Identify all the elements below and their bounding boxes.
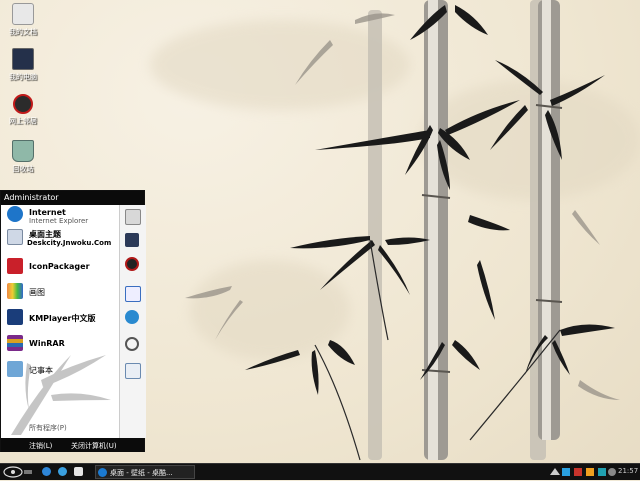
tray-network-icon[interactable] [562, 468, 570, 476]
show-desktop-icon[interactable] [74, 467, 83, 476]
tray-monitor-icon[interactable] [598, 468, 606, 476]
desktop-icon-my-documents[interactable]: 我的文档 [3, 3, 43, 37]
taskbar: 桌面 - 壁纸 - 桌酷... 21:57 [0, 463, 640, 480]
start-menu-item-paint[interactable]: 画图 [5, 282, 117, 302]
quicklaunch-browser-icon[interactable] [58, 467, 67, 476]
program-title: WinRAR [29, 339, 65, 348]
tray-expand-icon[interactable] [550, 468, 560, 475]
network-icon[interactable] [125, 310, 139, 324]
user-name: Administrator [4, 193, 59, 202]
my-computer-icon[interactable] [125, 233, 139, 247]
internet-explorer-icon [7, 206, 23, 222]
program-title: IconPackager [29, 262, 90, 271]
start-orb-icon [3, 466, 32, 478]
program-title: 记事本 [29, 366, 53, 375]
program-title: Internet [29, 208, 66, 217]
start-menu-item-winrar[interactable]: WinRAR [5, 334, 117, 354]
network-places-icon [13, 94, 33, 114]
start-menu-user-header: Administrator [1, 191, 144, 205]
start-menu-item-kmplayer[interactable]: KMPlayer中文版 [5, 308, 117, 328]
my-documents-icon [12, 3, 34, 25]
desktop-icon-label: 我的电脑 [9, 73, 37, 81]
watermark-overlay-text: Deskcity.Jnwoku.Com [27, 239, 112, 247]
logoff-button[interactable]: 注销(L) [29, 441, 52, 451]
start-menu-item-notepad[interactable]: 记事本 [5, 360, 117, 380]
search-icon[interactable] [125, 337, 139, 351]
desktop-icon-label: 我的文档 [9, 28, 37, 36]
desktop-icon-recycle-bin[interactable]: 回收站 [3, 140, 43, 174]
notepad-icon [7, 361, 23, 377]
tray-security-icon[interactable] [574, 468, 582, 476]
recycle-bin-icon [12, 140, 34, 162]
my-computer-icon [12, 48, 34, 70]
run-icon[interactable] [125, 363, 141, 379]
paint-icon [7, 283, 23, 299]
ie-window-icon [98, 468, 107, 477]
start-menu-item-desktop-theme[interactable]: 桌面主题 Deskcity.Jnwoku.Com [5, 228, 117, 248]
winrar-icon [7, 335, 23, 351]
start-menu-program-list: Internet Internet Explorer 桌面主题 Deskcity… [1, 205, 119, 438]
desktop-icon-label: 回收站 [12, 165, 34, 173]
quicklaunch-ie-icon[interactable] [42, 467, 51, 476]
start-menu-footer: 注销(L) 关闭计算机(U) [1, 438, 144, 452]
tray-app-icon[interactable] [586, 468, 594, 476]
start-menu-item-iconpackager[interactable]: IconPackager [5, 257, 117, 277]
desktop-icon-label: 网上邻居 [9, 117, 37, 125]
program-title: 画图 [29, 288, 45, 297]
start-menu-item-internet[interactable]: Internet Internet Explorer [5, 205, 117, 225]
my-documents-icon[interactable] [125, 209, 141, 225]
all-programs-link[interactable]: 所有程序(P) [29, 423, 67, 433]
start-button[interactable] [2, 465, 36, 479]
clock[interactable]: 21:57 [618, 467, 638, 475]
taskbar-window-label: 桌面 - 壁纸 - 桌酷... [110, 469, 173, 477]
start-menu-places-column [119, 205, 146, 438]
control-panel-icon[interactable] [125, 286, 141, 302]
program-title: KMPlayer中文版 [29, 314, 96, 323]
desktop-icon-my-computer[interactable]: 我的电脑 [3, 48, 43, 82]
tray-volume-icon[interactable] [608, 468, 616, 476]
users-icon[interactable] [125, 257, 139, 271]
kmplayer-icon [7, 309, 23, 325]
shutdown-button[interactable]: 关闭计算机(U) [71, 441, 117, 451]
desktop-theme-icon [7, 229, 23, 245]
iconpackager-icon [7, 258, 23, 274]
program-subtitle: Internet Explorer [29, 217, 89, 225]
taskbar-window-button[interactable]: 桌面 - 壁纸 - 桌酷... [95, 465, 195, 479]
desktop-icon-network-places[interactable]: 网上邻居 [3, 94, 43, 126]
system-tray: 21:57 [548, 465, 640, 479]
start-menu: Administrator Internet Internet Explorer… [0, 190, 146, 452]
